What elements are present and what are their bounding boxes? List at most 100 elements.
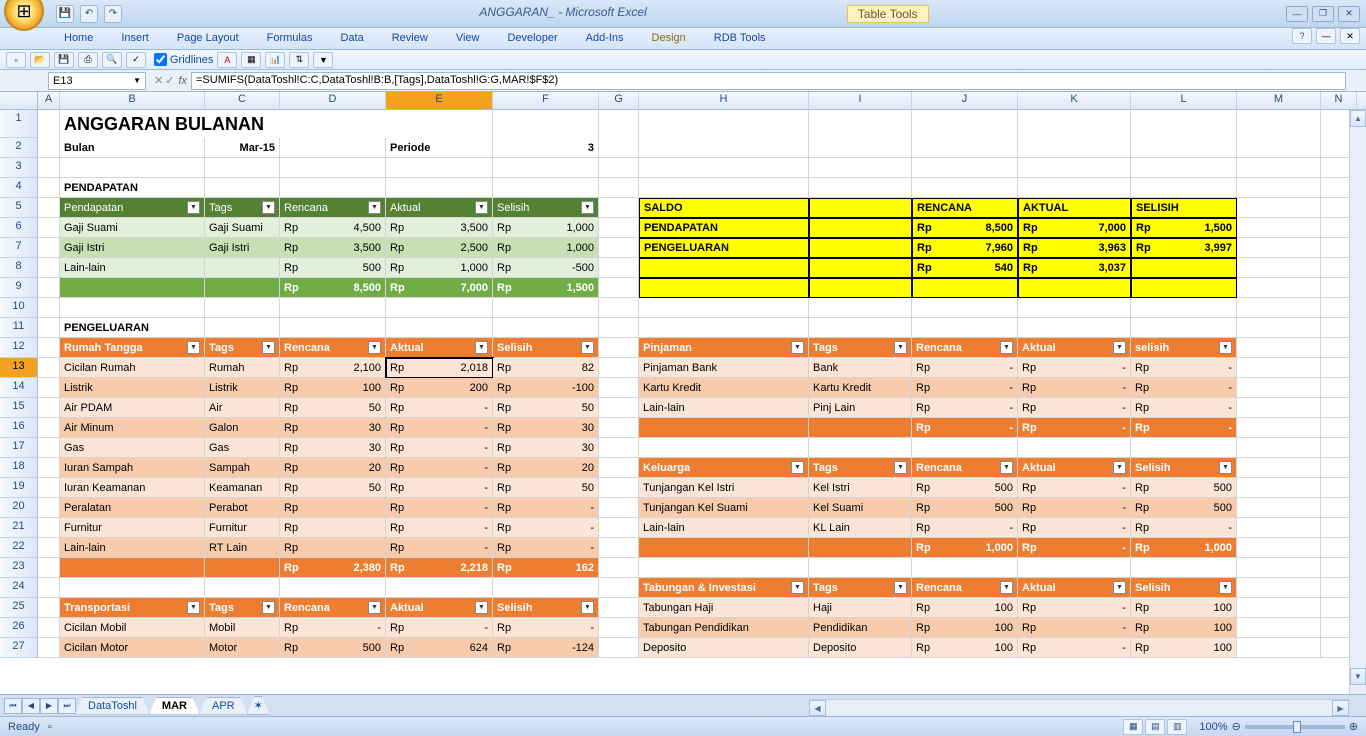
cell[interactable]: Rp1,000 [1131, 538, 1237, 558]
cell[interactable]: Rp- [493, 618, 599, 638]
cell[interactable]: Rencana▼ [280, 338, 386, 358]
cell[interactable] [809, 298, 912, 318]
filter-dropdown-icon[interactable]: ▼ [368, 201, 381, 214]
col-header-I[interactable]: I [809, 92, 912, 109]
tab-design[interactable]: Design [638, 28, 700, 49]
tab-page-layout[interactable]: Page Layout [163, 28, 253, 49]
col-header-N[interactable]: N [1321, 92, 1357, 109]
cell[interactable]: Rp- [386, 618, 493, 638]
cell[interactable] [1131, 258, 1237, 278]
chart-icon[interactable]: 📊 [265, 52, 285, 68]
cell[interactable]: Rp82 [493, 358, 599, 378]
cell[interactable] [599, 618, 639, 638]
cell[interactable] [599, 538, 639, 558]
cell[interactable] [809, 258, 912, 278]
cell[interactable] [493, 158, 599, 178]
cell[interactable] [205, 178, 280, 198]
row-header-19[interactable]: 19 [0, 478, 38, 498]
cell[interactable]: PENDAPATAN [639, 218, 809, 238]
cell[interactable]: Rp2,380 [280, 558, 386, 578]
cell[interactable]: Perabot [205, 498, 280, 518]
cell[interactable]: Pinjaman Bank [639, 358, 809, 378]
cell[interactable] [1237, 110, 1321, 138]
cell[interactable]: Gas [60, 438, 205, 458]
tab-addins[interactable]: Add-Ins [572, 28, 638, 49]
cell[interactable] [1237, 258, 1321, 278]
filter-dropdown-icon[interactable]: ▼ [1219, 341, 1232, 354]
cell[interactable] [599, 258, 639, 278]
filter-dropdown-icon[interactable]: ▼ [894, 461, 907, 474]
sort-icon[interactable]: ⇅ [289, 52, 309, 68]
fx-icon[interactable]: fx [178, 75, 187, 87]
qat-save-icon[interactable]: 💾 [56, 5, 74, 23]
cell[interactable]: Rp8,500 [912, 218, 1018, 238]
cell[interactable] [38, 238, 60, 258]
cell[interactable] [60, 558, 205, 578]
cell[interactable]: Cicilan Rumah [60, 358, 205, 378]
cell[interactable]: Rp-124 [493, 638, 599, 658]
cell[interactable]: Pinj Lain [809, 398, 912, 418]
cell[interactable]: Rp- [1018, 618, 1131, 638]
filter-dropdown-icon[interactable]: ▼ [187, 341, 200, 354]
col-header-L[interactable]: L [1131, 92, 1237, 109]
tab-view[interactable]: View [442, 28, 494, 49]
cell[interactable]: SALDO [639, 198, 809, 218]
cell[interactable] [1237, 558, 1321, 578]
cell[interactable]: Rp3,500 [386, 218, 493, 238]
cell[interactable] [38, 538, 60, 558]
cell[interactable]: Cicilan Motor [60, 638, 205, 658]
cell[interactable] [38, 558, 60, 578]
cell[interactable]: Periode [386, 138, 493, 158]
filter-dropdown-icon[interactable]: ▼ [368, 341, 381, 354]
cell[interactable]: Bank [809, 358, 912, 378]
cell[interactable]: Rp- [1018, 478, 1131, 498]
cell[interactable] [912, 438, 1018, 458]
cell[interactable] [38, 438, 60, 458]
cell[interactable] [38, 618, 60, 638]
cell[interactable]: Rumah [205, 358, 280, 378]
cell[interactable]: Aktual▼ [386, 338, 493, 358]
cell[interactable]: Rp100 [280, 378, 386, 398]
cell[interactable]: Rp50 [280, 398, 386, 418]
filter-dropdown-icon[interactable]: ▼ [1219, 581, 1232, 594]
sheet-nav-first[interactable]: ⏮ [4, 698, 22, 714]
row-header-11[interactable]: 11 [0, 318, 38, 338]
cell[interactable]: Rp1,500 [1131, 218, 1237, 238]
col-header-H[interactable]: H [639, 92, 809, 109]
cell[interactable]: Aktual▼ [1018, 338, 1131, 358]
cell[interactable]: Furnitur [205, 518, 280, 538]
cell[interactable]: Keluarga▼ [639, 458, 809, 478]
cell[interactable] [912, 158, 1018, 178]
cell[interactable]: Rp- [386, 458, 493, 478]
cell[interactable]: Tags▼ [809, 578, 912, 598]
filter-dropdown-icon[interactable]: ▼ [1113, 581, 1126, 594]
cell[interactable] [205, 278, 280, 298]
zoom-slider[interactable] [1245, 725, 1345, 729]
cell[interactable] [38, 198, 60, 218]
filter-dropdown-icon[interactable]: ▼ [1113, 461, 1126, 474]
cell[interactable] [38, 598, 60, 618]
ribbon-close-icon[interactable]: ✕ [1340, 28, 1360, 44]
filter-dropdown-icon[interactable]: ▼ [1113, 341, 1126, 354]
filter-dropdown-icon[interactable]: ▼ [187, 201, 200, 214]
cell[interactable]: Rp20 [280, 458, 386, 478]
cell[interactable]: Rp [280, 498, 386, 518]
sheet-tab-mar[interactable]: MAR [149, 697, 200, 715]
cell[interactable] [1237, 638, 1321, 658]
cell[interactable] [809, 138, 912, 158]
filter-dropdown-icon[interactable]: ▼ [187, 601, 200, 614]
cell[interactable] [60, 578, 205, 598]
cell[interactable] [599, 138, 639, 158]
row-header-13[interactable]: 13 [0, 358, 38, 378]
filter-dropdown-icon[interactable]: ▼ [791, 461, 804, 474]
cell[interactable] [38, 278, 60, 298]
cell[interactable] [912, 138, 1018, 158]
cell[interactable]: Rp- [493, 498, 599, 518]
cell[interactable] [599, 110, 639, 138]
cell[interactable] [1237, 318, 1321, 338]
cell[interactable] [599, 178, 639, 198]
filter-dropdown-icon[interactable]: ▼ [475, 201, 488, 214]
row-header-10[interactable]: 10 [0, 298, 38, 318]
cell[interactable]: Lain-lain [639, 398, 809, 418]
cell[interactable] [1237, 138, 1321, 158]
